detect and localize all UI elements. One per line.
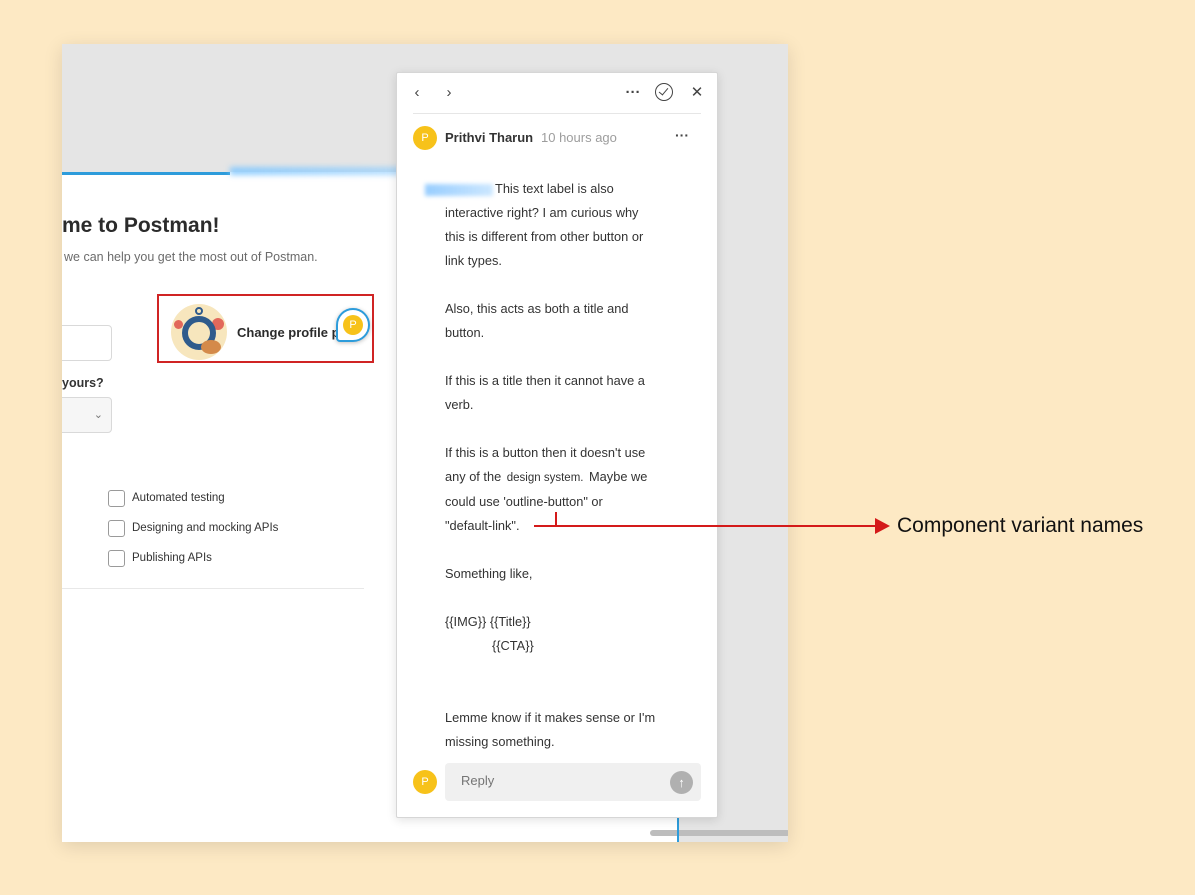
toolbar-divider bbox=[413, 113, 701, 114]
design-system-inline: design system. bbox=[506, 472, 584, 484]
checkbox[interactable] bbox=[108, 549, 125, 567]
welcome-subtitle: we can help you get the most out of Post… bbox=[64, 250, 318, 264]
comment-line: {{CTA}} bbox=[492, 638, 534, 653]
chevron-left-icon[interactable]: ‹ bbox=[407, 83, 427, 103]
interest-automated-testing[interactable]: Automated testing bbox=[108, 489, 225, 507]
annotation-label: Component variant names bbox=[897, 514, 1144, 537]
comment-pin[interactable]: P bbox=[336, 308, 370, 342]
comment-line: Also, this acts as both a title and bbox=[445, 301, 629, 316]
comment-timestamp: 10 hours ago bbox=[541, 130, 617, 145]
avatar-antenna bbox=[195, 307, 203, 315]
comment-line: If this is a title then it cannot have a bbox=[445, 373, 645, 388]
interest-publishing-apis[interactable]: Publishing APIs bbox=[108, 549, 212, 567]
horizontal-scrollbar[interactable] bbox=[650, 830, 788, 836]
comment-paragraph: If this is a title then it cannot have a… bbox=[445, 369, 695, 417]
comment-line: This text label is also bbox=[495, 181, 614, 196]
comment-text: any of the bbox=[445, 469, 505, 484]
progress-indicator bbox=[62, 172, 230, 175]
divider bbox=[62, 588, 364, 589]
avatar-dot bbox=[201, 340, 221, 354]
arrow-right-icon bbox=[875, 518, 890, 534]
comment-paragraph: Also, this acts as both a title and butt… bbox=[445, 297, 695, 345]
comment-line: missing something. bbox=[445, 734, 555, 749]
comment-line: this is different from other button or bbox=[445, 229, 644, 244]
welcome-title: me to Postman! bbox=[62, 214, 220, 237]
checkbox[interactable] bbox=[108, 489, 125, 507]
comment-line: Something like, bbox=[445, 566, 533, 581]
comment-paragraph: {{IMG}} {{Title}} {{CTA}} bbox=[445, 610, 695, 658]
comment-panel-toolbar: ‹ › ··· ✕ bbox=[397, 73, 717, 113]
comment-line: any of the design system. Maybe we bbox=[445, 465, 695, 490]
interest-label: Automated testing bbox=[132, 492, 225, 504]
resolve-check-icon[interactable] bbox=[655, 83, 673, 101]
comment-line: button. bbox=[445, 325, 485, 340]
comment-line: Lemme know if it makes sense or I'm bbox=[445, 710, 656, 725]
frame-edge-marker bbox=[677, 818, 679, 842]
comment-line: could use 'outline-button" or bbox=[445, 494, 603, 509]
reply-box[interactable]: ↑ bbox=[445, 763, 701, 801]
chevron-right-icon[interactable]: › bbox=[439, 83, 459, 103]
reply-row: P ↑ bbox=[413, 763, 703, 801]
annotation-arrow-line bbox=[534, 525, 877, 527]
name-input[interactable] bbox=[62, 325, 112, 361]
comment-paragraph: Lemme know if it makes sense or I'm miss… bbox=[445, 706, 695, 754]
comment-paragraph: Something like, bbox=[445, 562, 695, 586]
question-label: yours? bbox=[62, 376, 104, 390]
profile-avatar-illustration bbox=[171, 304, 227, 360]
chevron-down-icon: ⌄ bbox=[93, 409, 103, 421]
comment-pin-avatar: P bbox=[343, 315, 363, 335]
more-options-icon[interactable]: ··· bbox=[623, 83, 643, 103]
close-icon[interactable]: ✕ bbox=[687, 83, 707, 103]
interest-designing-mocking[interactable]: Designing and mocking APIs bbox=[108, 519, 278, 537]
comment-line: {{IMG}} {{Title}} bbox=[445, 614, 531, 629]
role-select[interactable]: ⌄ bbox=[62, 397, 112, 433]
send-arrow-icon[interactable]: ↑ bbox=[670, 771, 693, 794]
comment-paragraph: If this is a button then it doesn't use … bbox=[445, 441, 695, 538]
interest-label: Designing and mocking APIs bbox=[132, 522, 279, 534]
interest-label: Publishing APIs bbox=[132, 552, 212, 564]
avatar: P bbox=[413, 126, 437, 150]
change-profile-label[interactable]: Change profile p bbox=[237, 325, 341, 340]
reply-input[interactable] bbox=[461, 773, 661, 788]
comment-line: link types. bbox=[445, 253, 502, 268]
checkbox[interactable] bbox=[108, 519, 125, 537]
comment-panel: ‹ › ··· ✕ P Prithvi Tharun 10 hours ago … bbox=[396, 72, 718, 818]
comment-text: Maybe we bbox=[585, 469, 648, 484]
comment-line: verb. bbox=[445, 397, 474, 412]
change-profile-highlight[interactable]: Change profile p P bbox=[157, 294, 374, 363]
avatar: P bbox=[413, 770, 437, 794]
comment-body: This text label is also interactive righ… bbox=[445, 177, 695, 778]
comment-line: If this is a button then it doesn't use bbox=[445, 445, 646, 460]
author-name: Prithvi Tharun bbox=[445, 130, 534, 145]
comment-line: interactive right? I am curious why bbox=[445, 205, 639, 220]
comment-more-icon[interactable]: ··· bbox=[675, 127, 689, 143]
comment-paragraph: This text label is also interactive righ… bbox=[445, 177, 695, 273]
annotation-tick bbox=[555, 512, 557, 526]
comment-author-row: P Prithvi Tharun 10 hours ago ··· bbox=[413, 126, 703, 150]
